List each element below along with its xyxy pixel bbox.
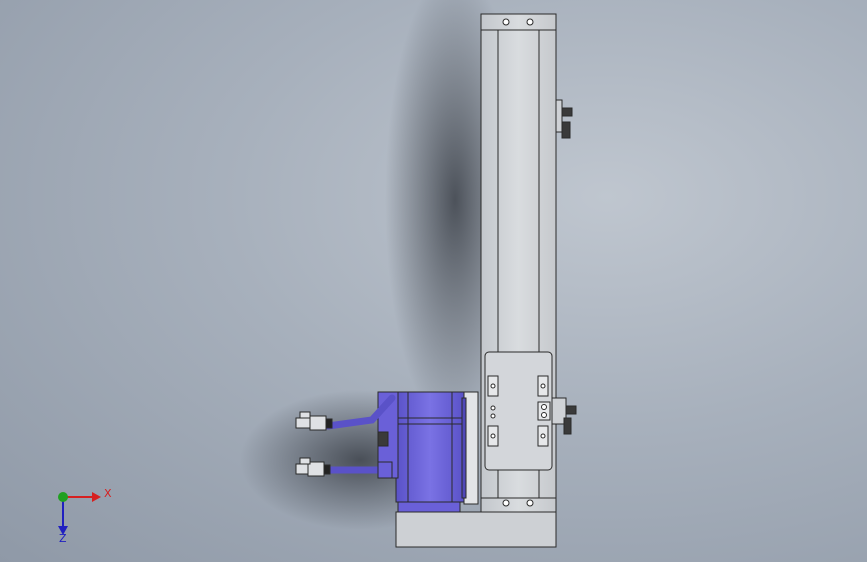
model-drawing[interactable]: X Z [0, 0, 867, 562]
motor-body [395, 391, 465, 503]
coordinate-triad[interactable]: X Z [58, 487, 112, 545]
carriage[interactable] [484, 351, 553, 471]
bottom-bolt-right [526, 499, 534, 507]
x-axis-label: X [104, 487, 112, 500]
x-axis-arrowhead [92, 492, 101, 502]
base-plate[interactable] [395, 511, 557, 548]
top-bolt-left [502, 18, 510, 26]
cad-viewport[interactable]: X Z [0, 0, 867, 562]
upper-sensor-bracket[interactable] [555, 99, 573, 139]
y-axis-dot [58, 492, 68, 502]
z-axis-label: Z [59, 532, 67, 545]
top-bolt-right [526, 18, 534, 26]
bottom-bolt-left [502, 499, 510, 507]
